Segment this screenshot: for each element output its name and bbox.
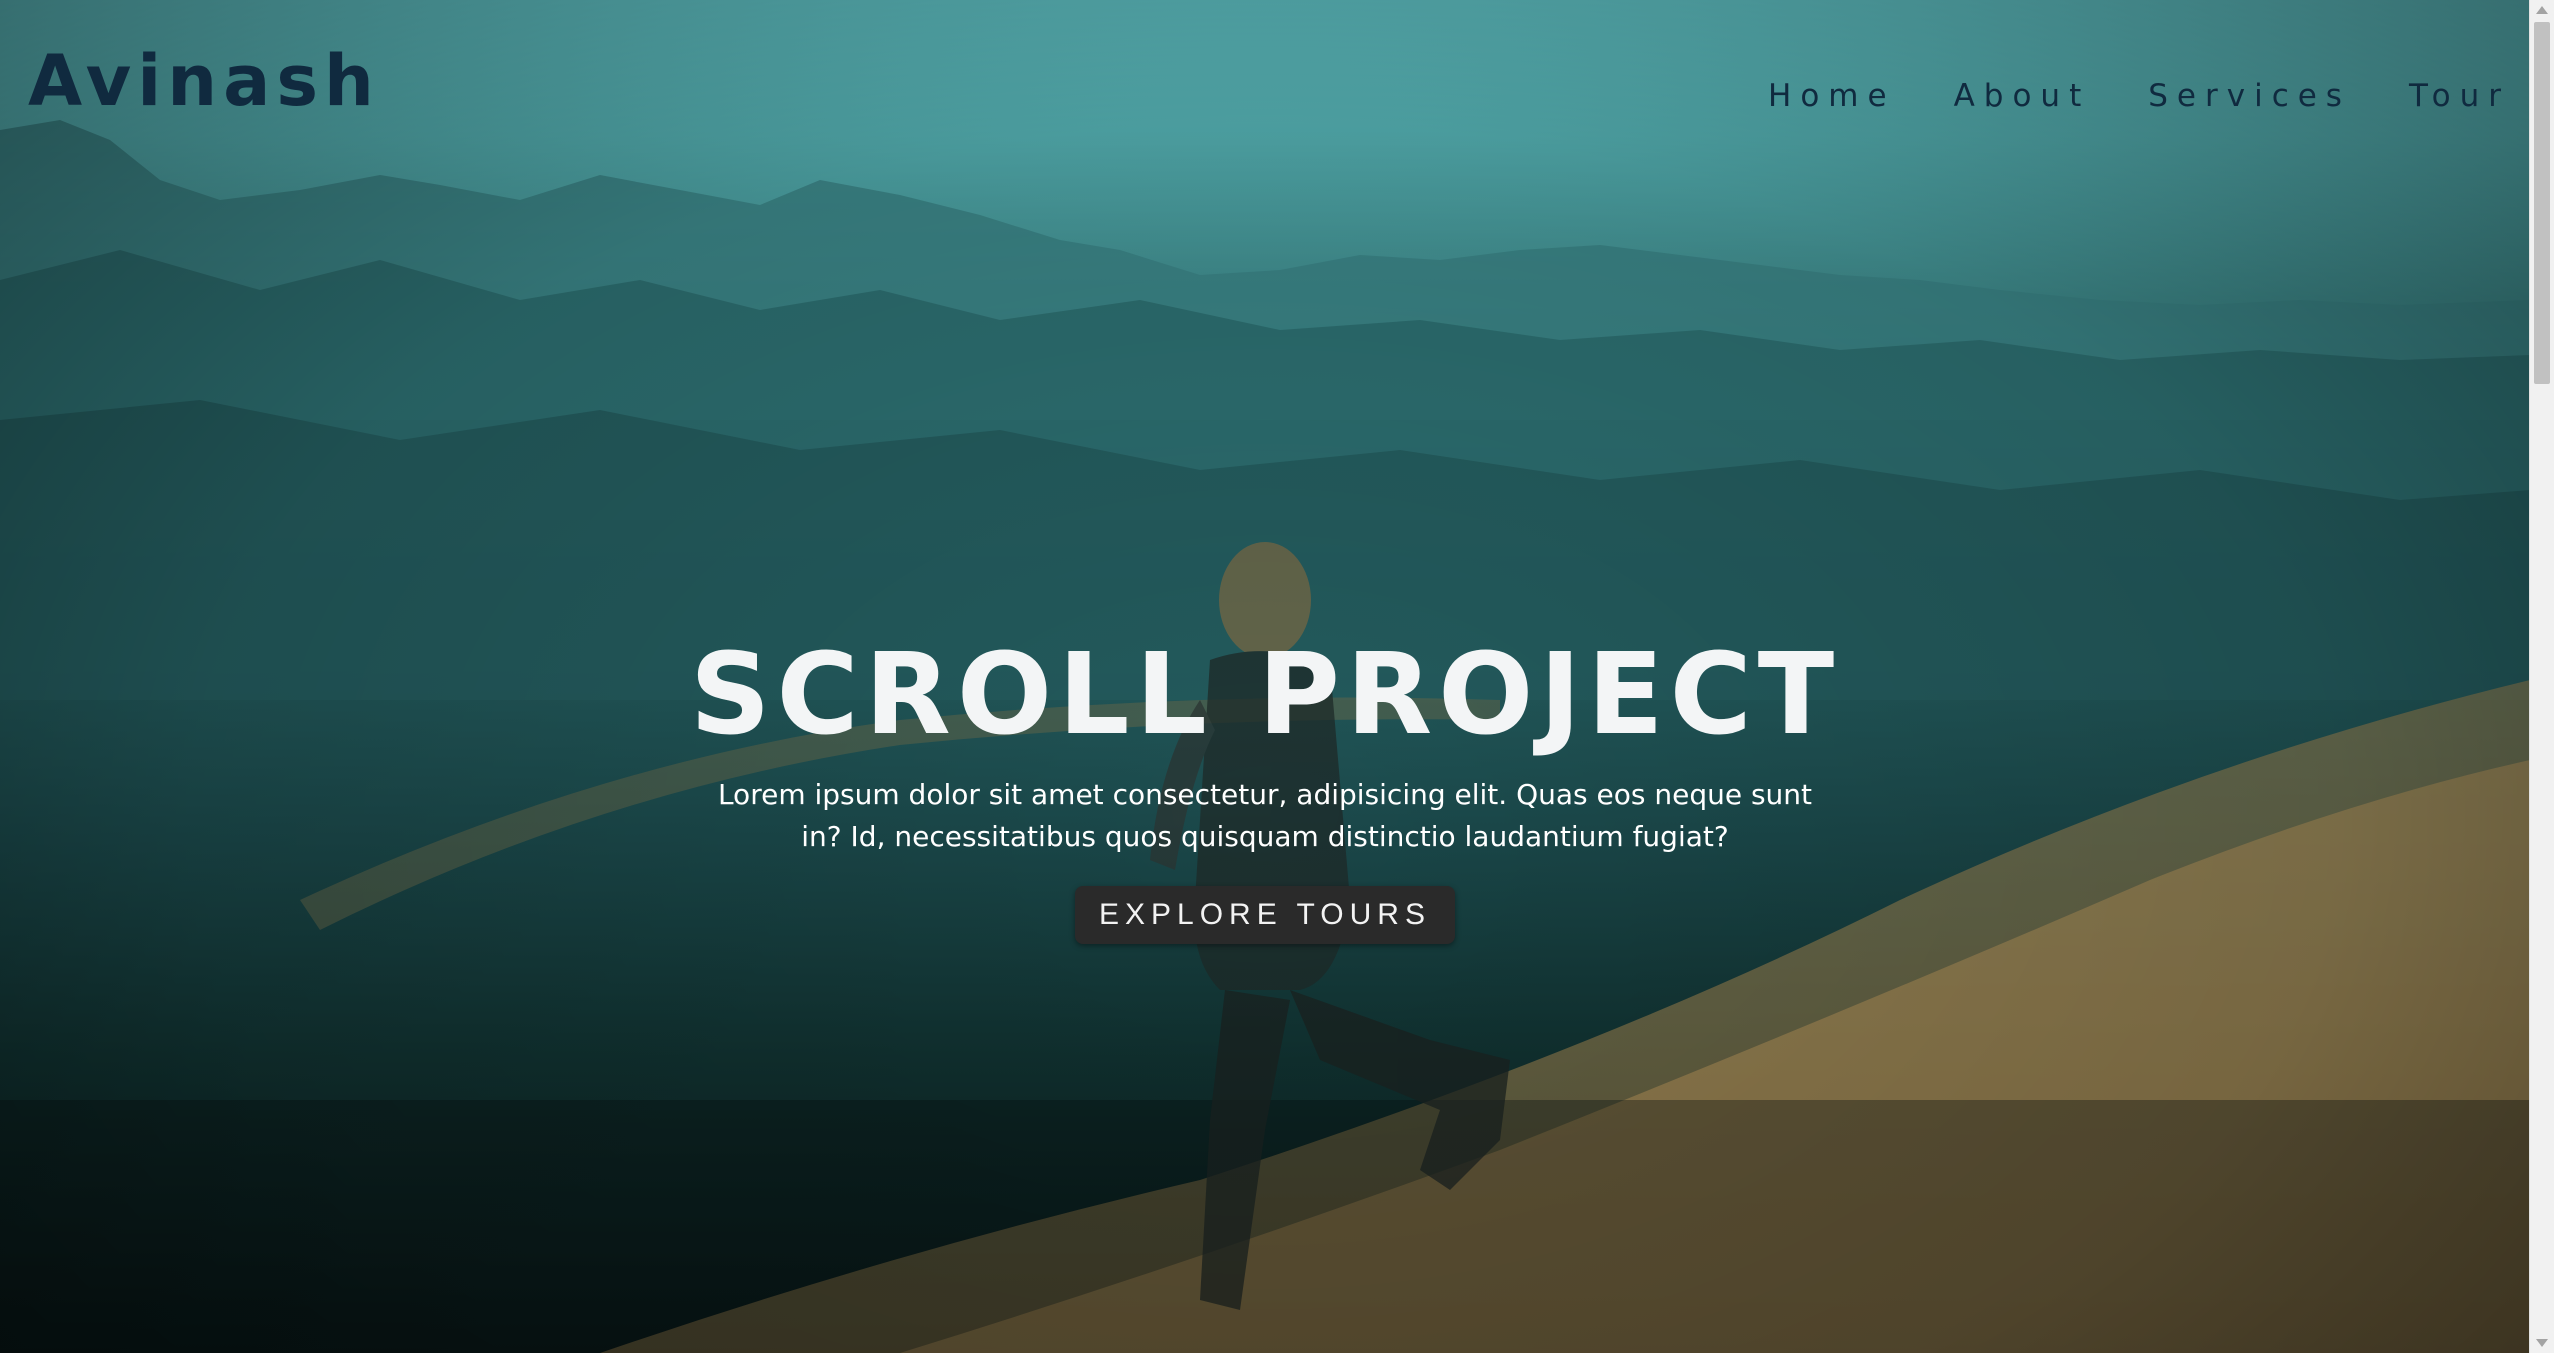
scroll-up-arrow-icon[interactable] bbox=[2536, 6, 2548, 14]
brand-logo[interactable]: Avinash bbox=[28, 40, 380, 122]
scroll-down-arrow-icon[interactable] bbox=[2536, 1339, 2548, 1347]
navbar: Avinash Home About Services Tour bbox=[0, 0, 2530, 190]
explore-tours-button[interactable]: EXPLORE TOURS bbox=[1075, 886, 1455, 944]
page: Avinash Home About Services Tour SCROLL … bbox=[0, 0, 2554, 1353]
nav-link-services[interactable]: Services bbox=[2148, 78, 2351, 114]
hero-banner: SCROLL PROJECT Lorem ipsum dolor sit ame… bbox=[0, 630, 2530, 944]
nav-links: Home About Services Tour bbox=[1768, 78, 2510, 114]
banner-text: Lorem ipsum dolor sit amet consectetur, … bbox=[717, 778, 1813, 853]
banner-title: SCROLL PROJECT bbox=[689, 630, 1841, 760]
scrollbar-thumb[interactable] bbox=[2534, 22, 2550, 384]
vertical-scrollbar[interactable] bbox=[2529, 0, 2554, 1353]
nav-link-tour[interactable]: Tour bbox=[2409, 78, 2510, 114]
nav-link-about[interactable]: About bbox=[1954, 78, 2091, 114]
nav-link-home[interactable]: Home bbox=[1768, 78, 1896, 114]
